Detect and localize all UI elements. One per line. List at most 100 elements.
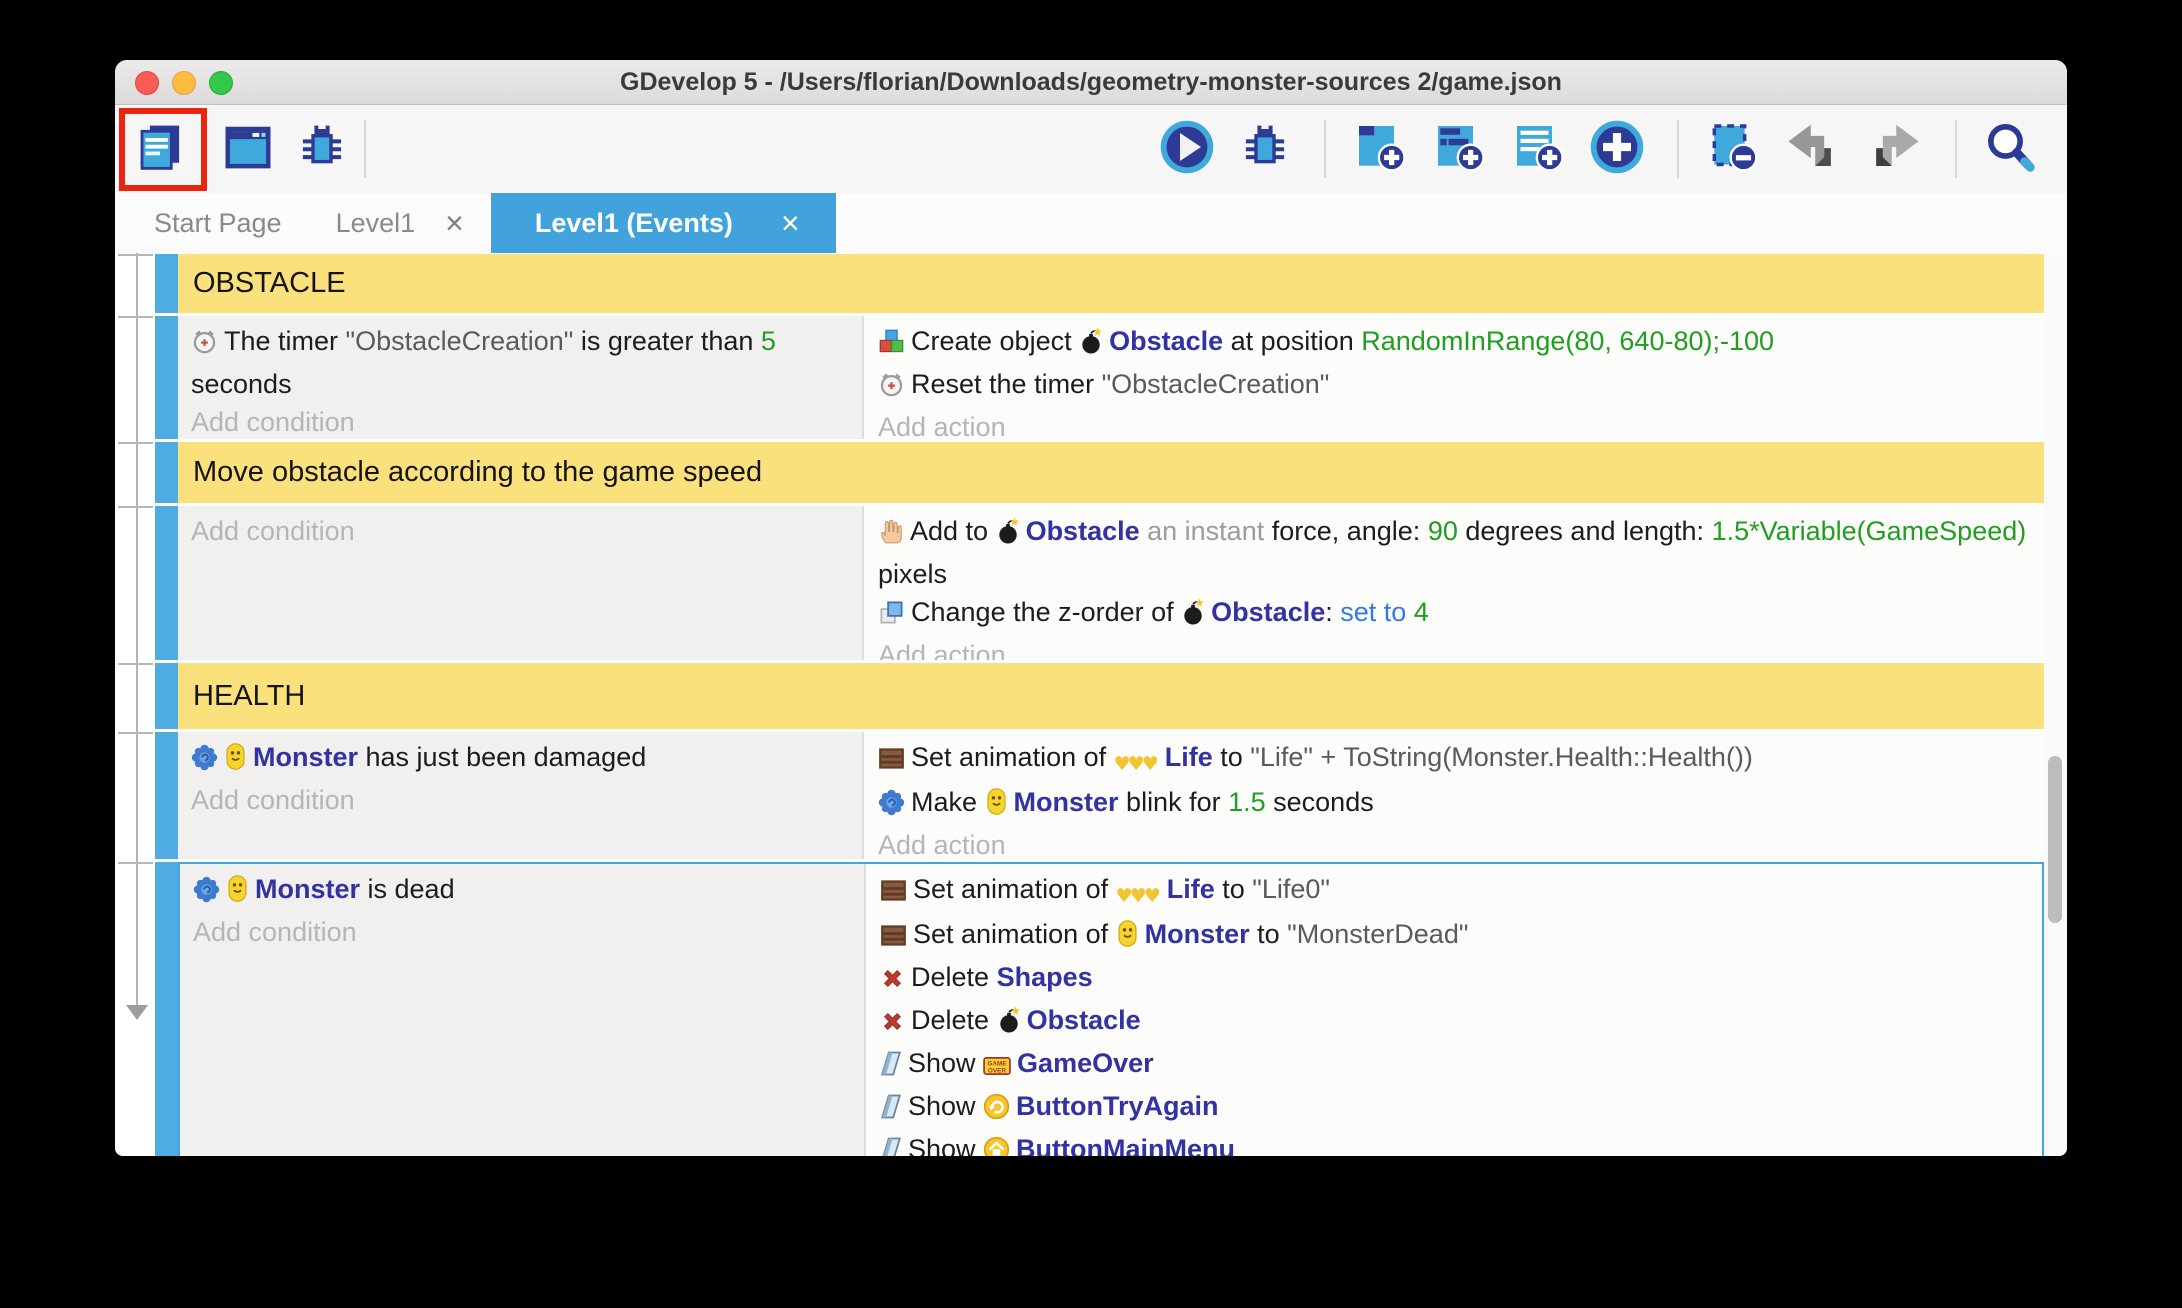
toolbar-divider — [1955, 120, 1957, 178]
add-subevent-button[interactable] — [1431, 119, 1493, 180]
project-manager-button[interactable] — [133, 120, 193, 179]
action-line[interactable]: Set animation of ♥♥♥Life to "Life0" — [880, 870, 2030, 915]
scene-editor-button[interactable] — [221, 120, 281, 179]
tab-start-page[interactable]: Start Page — [127, 193, 309, 253]
add-condition-button[interactable]: Add condition — [191, 512, 850, 550]
condition-line[interactable]: Monster is dead — [193, 870, 852, 913]
tab-label: Level1 (Events) — [535, 208, 733, 239]
text-segment: blink for — [1119, 787, 1229, 817]
text-segment: Monster — [1145, 919, 1250, 949]
event-content[interactable]: The timer "ObstacleCreation" is greater … — [178, 316, 2044, 439]
debug-button[interactable] — [295, 120, 355, 179]
event-selection-bar[interactable] — [155, 316, 178, 439]
event-selection-bar[interactable] — [155, 254, 178, 313]
show-icon — [880, 1135, 902, 1156]
close-button[interactable] — [135, 71, 159, 95]
action-line[interactable]: Show GAMEOVERGameOver — [880, 1044, 2030, 1087]
event-row: The timer "ObstacleCreation" is greater … — [115, 316, 2044, 439]
gameover-icon: GAMEOVER — [983, 1049, 1011, 1087]
life-icon: ♥♥♥ — [1116, 875, 1161, 915]
action-line[interactable]: Show ButtonTryAgain — [880, 1087, 2030, 1130]
undo-button[interactable] — [1784, 122, 1848, 177]
text-segment: is dead — [360, 874, 455, 904]
play-button[interactable] — [1159, 119, 1221, 180]
event-selection-bar[interactable] — [155, 506, 178, 660]
event-selection-bar[interactable] — [155, 862, 178, 1156]
add-action-button[interactable]: Add action — [878, 408, 2032, 439]
group-header[interactable]: Move obstacle according to the game spee… — [178, 442, 2044, 503]
action-line[interactable]: Change the z-order of Obstacle: set to 4 — [878, 593, 2032, 636]
event-selection-bar[interactable] — [155, 732, 178, 859]
tree-gutter — [115, 732, 155, 859]
toolbar-divider — [364, 120, 366, 178]
event-selection-bar[interactable] — [155, 663, 178, 729]
vertical-scrollbar[interactable] — [2044, 253, 2067, 1156]
add-action-button[interactable]: Add action — [878, 826, 2032, 859]
actions-cell[interactable]: Set animation of ♥♥♥Life to "Life" + ToS… — [864, 732, 2044, 859]
add-condition-button[interactable]: Add condition — [193, 913, 852, 951]
condition-line[interactable]: The timer "ObstacleCreation" is greater … — [191, 322, 850, 403]
events-sheet: OBSTACLE The timer "ObstacleCreation" is … — [115, 253, 2067, 1156]
group-header[interactable]: HEALTH — [178, 663, 2044, 729]
add-comment-button[interactable] — [1510, 119, 1572, 180]
conditions-cell[interactable]: Add condition — [178, 506, 862, 660]
action-line[interactable]: Delete Obstacle — [880, 1001, 2030, 1044]
condition-line[interactable]: Monster has just been damaged — [191, 738, 850, 781]
event-content[interactable]: Monster has just been damagedAdd conditi… — [178, 732, 2044, 859]
monster-icon — [985, 787, 1008, 826]
event-selection-bar[interactable] — [155, 442, 178, 503]
action-line[interactable]: Show ButtonMainMenu — [880, 1130, 2030, 1156]
zoom-button[interactable] — [209, 71, 233, 95]
text-segment: pixels — [878, 559, 947, 589]
event-content[interactable]: Add condition Add to Obstacle an instant … — [178, 506, 2044, 660]
action-line[interactable]: Set animation of Monster to "MonsterDead… — [880, 915, 2030, 958]
toolbar-right-group — [1159, 119, 2051, 180]
redo-button[interactable] — [1865, 122, 1929, 177]
action-line[interactable]: Add to Obstacle an instant force, angle:… — [878, 512, 2032, 593]
search-button[interactable] — [1983, 120, 2043, 179]
group-header[interactable]: OBSTACLE — [178, 254, 2044, 313]
debug-icon — [1238, 120, 1292, 179]
text-segment: Monster — [1014, 787, 1119, 817]
remove-event-button[interactable] — [1705, 119, 1767, 180]
tab-level1[interactable]: Level1 × — [309, 193, 491, 253]
add-condition-button[interactable]: Add condition — [191, 781, 850, 819]
conditions-cell[interactable]: The timer "ObstacleCreation" is greater … — [178, 316, 862, 439]
group-title: OBSTACLE — [193, 267, 346, 300]
text-segment: The timer — [224, 326, 346, 356]
title-bar: GDevelop 5 - /Users/florian/Downloads/ge… — [115, 60, 2067, 105]
animation-icon — [878, 743, 905, 781]
conditions-cell[interactable]: Monster is deadAdd condition — [180, 864, 864, 1156]
scene-editor-icon — [221, 120, 275, 179]
bomb-icon — [1079, 327, 1103, 365]
actions-cell[interactable]: Add to Obstacle an instant force, angle:… — [864, 506, 2044, 660]
tab-label: Start Page — [154, 208, 282, 239]
add-action-button[interactable]: Add action — [878, 636, 2032, 660]
action-line[interactable]: Reset the timer "ObstacleCreation" — [878, 365, 2032, 408]
bomb-icon — [997, 1006, 1021, 1044]
add-event-button[interactable] — [1352, 119, 1414, 180]
text-segment: Obstacle — [1109, 326, 1223, 356]
action-line[interactable]: Make Monster blink for 1.5 seconds — [878, 783, 2032, 826]
add-condition-button[interactable]: Add condition — [191, 403, 850, 439]
minimize-button[interactable] — [172, 71, 196, 95]
text-segment: Obstacle — [1027, 1005, 1141, 1035]
actions-cell[interactable]: Set animation of ♥♥♥Life to "Life0"Set a… — [866, 864, 2042, 1156]
behavior-icon — [878, 788, 905, 826]
event-content[interactable]: Monster is deadAdd conditionSet animatio… — [178, 862, 2044, 1156]
tree-gutter — [115, 442, 155, 503]
tree-gutter — [115, 862, 155, 1156]
action-line[interactable]: Create object Obstacle at position Rando… — [878, 322, 2032, 365]
conditions-cell[interactable]: Monster has just been damagedAdd conditi… — [178, 732, 862, 859]
tab-level1-events[interactable]: Level1 (Events) × — [491, 193, 836, 253]
close-icon[interactable]: × — [781, 207, 800, 239]
text-segment: to — [1215, 874, 1253, 904]
actions-cell[interactable]: Create object Obstacle at position Rando… — [864, 316, 2044, 439]
text-segment: set to — [1340, 597, 1414, 627]
add-new-button[interactable] — [1589, 119, 1651, 180]
scrollbar-thumb[interactable] — [2048, 756, 2062, 923]
action-line[interactable]: Delete Shapes — [880, 958, 2030, 1001]
debug-button[interactable] — [1238, 120, 1298, 179]
action-line[interactable]: Set animation of ♥♥♥Life to "Life" + ToS… — [878, 738, 2032, 783]
close-icon[interactable]: × — [445, 207, 464, 239]
